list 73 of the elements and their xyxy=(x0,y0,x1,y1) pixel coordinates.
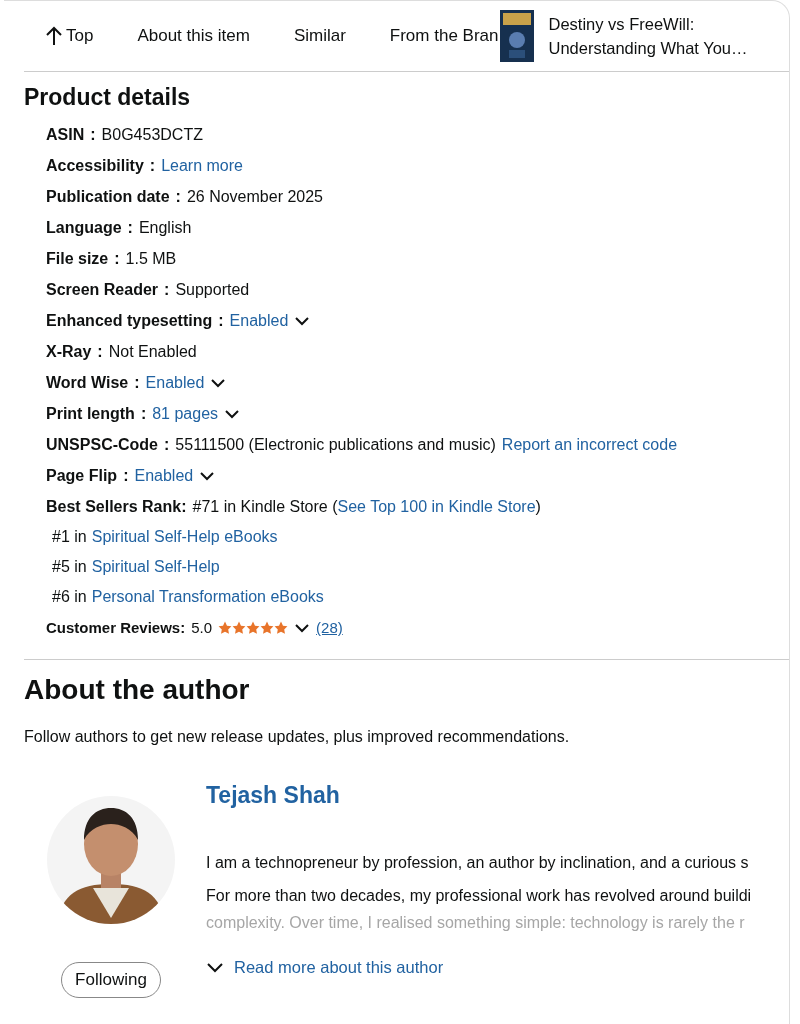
detail-link[interactable]: Report an incorrect code xyxy=(501,435,678,454)
detail-value: 55111500 (Electronic publications and music) xyxy=(175,435,496,454)
nav-link[interactable]: From the Bran xyxy=(367,26,499,46)
detail-link[interactable]: See Top 100 in Kindle Store xyxy=(337,497,536,516)
detail-value: 1.5 MB xyxy=(125,249,177,268)
colon: : xyxy=(218,311,224,330)
colon: : xyxy=(149,156,156,175)
section-heading: About the author xyxy=(24,674,251,706)
category-link[interactable]: Spiritual Self-Help xyxy=(91,558,220,576)
colon: : xyxy=(164,435,170,454)
chevron-down-icon[interactable] xyxy=(294,315,311,326)
detail-label: Screen Reader xyxy=(46,280,159,299)
chevron-down-icon[interactable] xyxy=(210,377,227,388)
detail-link[interactable]: Enabled xyxy=(229,311,289,330)
nav-link[interactable]: About this item xyxy=(115,26,272,46)
detail-label: Publication date xyxy=(46,187,170,206)
chevron-down-icon[interactable] xyxy=(199,470,216,481)
chevron-down-icon[interactable] xyxy=(224,408,241,419)
following-button[interactable]: Following xyxy=(61,962,161,998)
detail-value: #71 in Kindle Store ( xyxy=(192,497,338,516)
detail-label: Print length xyxy=(46,404,135,423)
category-link[interactable]: Spiritual Self-Help eBooks xyxy=(91,528,278,546)
detail-value: Supported xyxy=(175,280,250,299)
colon: : xyxy=(123,466,129,485)
nav-link[interactable]: Similar xyxy=(271,26,368,46)
detail-value: Not Enabled xyxy=(108,342,197,361)
detail-label: Language xyxy=(46,218,122,237)
detail-value: B0G453DCTZ xyxy=(101,125,203,144)
detail-link[interactable]: Enabled xyxy=(134,466,194,485)
detail-label: Page Flip xyxy=(46,466,118,485)
detail-label: X-Ray xyxy=(46,342,92,361)
bio-text: I am a technopreneur by profession, an author by inclination, and a curious s xyxy=(206,853,750,873)
section-heading: Product details xyxy=(24,84,192,111)
detail-value: English xyxy=(138,218,192,237)
rank-text: #6 in xyxy=(52,588,87,606)
detail-label: Accessibility xyxy=(46,156,144,175)
chevron-down-icon[interactable] xyxy=(294,622,311,633)
detail-label: File size xyxy=(46,249,109,268)
detail-label: ASIN xyxy=(46,125,85,144)
chevron-down-icon xyxy=(206,962,224,973)
arrow-up-icon xyxy=(46,26,62,46)
book-title[interactable]: Understanding What You… xyxy=(548,36,748,60)
detail-link[interactable]: 81 pages xyxy=(152,404,219,423)
detail-link[interactable]: Learn more xyxy=(161,156,243,175)
rank-text: #1 in xyxy=(52,528,87,546)
bio-text: For more than two decades, my professional work has revolved around buildi xyxy=(206,886,752,906)
detail-label: Enhanced typesetting xyxy=(46,311,213,330)
colon: : xyxy=(127,218,133,237)
colon: : xyxy=(134,373,140,392)
colon: : xyxy=(175,187,181,206)
colon: : xyxy=(140,404,147,423)
colon: : xyxy=(164,280,170,299)
author-name[interactable]: Tejash Shah xyxy=(206,782,752,809)
detail-label: Customer Reviews: xyxy=(46,619,186,636)
book-cover-icon[interactable] xyxy=(500,10,535,62)
book-title[interactable]: Destiny vs FreeWill: xyxy=(548,12,748,36)
category-link[interactable]: Personal Transformation eBooks xyxy=(91,588,324,606)
colon: : xyxy=(90,125,96,144)
bio-text: complexity. Over time, I realised something simple: technology is rarely the r xyxy=(206,913,746,933)
detail-value: ) xyxy=(535,497,541,516)
rating-value: 5.0 xyxy=(191,619,213,636)
follow-text: Follow authors to get new release updates, plus improved recommendations. xyxy=(24,728,571,746)
rank-text: #5 in xyxy=(52,558,87,576)
detail-label: Word Wise xyxy=(46,373,129,392)
nav-link[interactable]: Top xyxy=(24,26,116,46)
detail-label: UNSPSC-Code xyxy=(46,435,158,454)
detail-label: Best Sellers Rank: xyxy=(46,497,187,516)
detail-value: 26 November 2025 xyxy=(186,187,323,206)
colon: : xyxy=(97,342,103,361)
colon: : xyxy=(114,249,120,268)
review-count-link[interactable]: (28) xyxy=(316,619,343,636)
detail-link[interactable]: Enabled xyxy=(145,373,205,392)
read-more-link[interactable]: Read more about this author xyxy=(206,958,444,977)
